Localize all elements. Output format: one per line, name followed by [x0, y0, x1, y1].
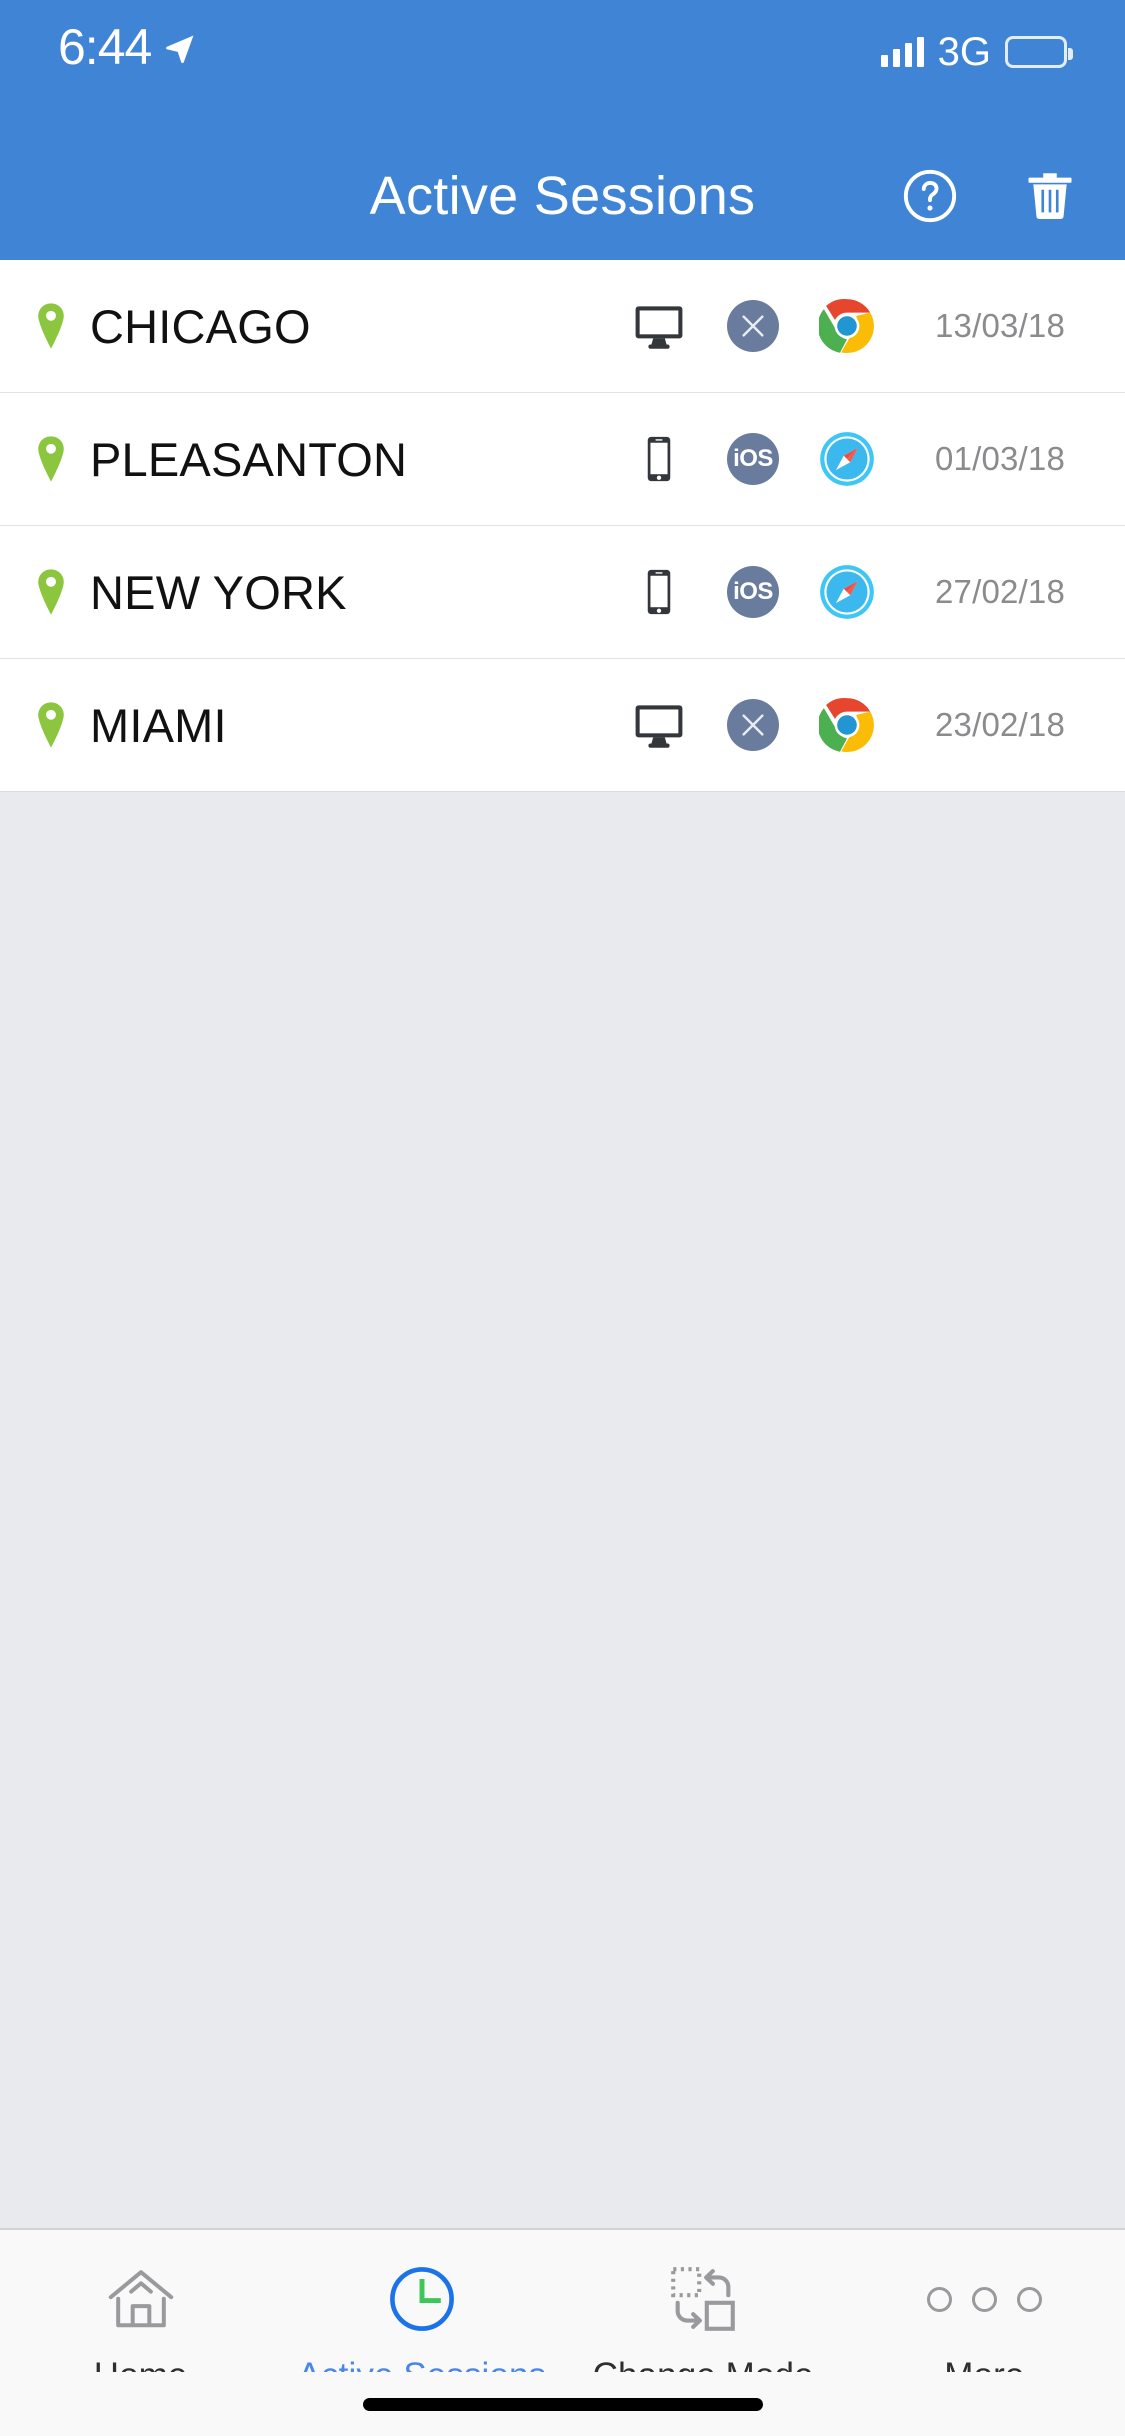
more-dots-icon	[927, 2256, 1042, 2342]
session-date: 01/03/18	[875, 440, 1125, 478]
safari-icon	[819, 431, 875, 487]
session-icons	[631, 298, 875, 354]
cellular-bars-icon	[881, 37, 924, 67]
location-pin-icon	[34, 436, 68, 482]
location-pin-icon	[34, 702, 68, 748]
table-row[interactable]: PLEASANTON iOS	[0, 393, 1125, 526]
table-row[interactable]: CHICAGO	[0, 260, 1125, 393]
sessions-list: CHICAGO	[0, 260, 1125, 792]
session-city: MIAMI	[90, 698, 227, 753]
desktop-icon	[631, 298, 687, 354]
safari-icon	[819, 564, 875, 620]
session-icons: iOS	[631, 564, 875, 620]
battery-icon	[1005, 36, 1067, 68]
status-bar-right: 3G	[881, 32, 1067, 72]
table-row[interactable]: MIAMI	[0, 659, 1125, 792]
page-title: Active Sessions	[370, 165, 756, 227]
phone-icon	[631, 431, 687, 487]
app-screen: 6:44 3G Active Sessions	[0, 0, 1125, 2436]
nav-bar: Active Sessions	[0, 132, 1125, 260]
chrome-icon	[819, 697, 875, 753]
session-date: 13/03/18	[875, 307, 1125, 345]
ios-icon: iOS	[725, 431, 781, 487]
osx-icon	[725, 298, 781, 354]
home-icon	[104, 2256, 178, 2342]
help-button[interactable]	[899, 165, 961, 227]
status-bar: 6:44 3G	[0, 0, 1125, 132]
session-date: 23/02/18	[875, 706, 1125, 744]
phone-icon	[631, 564, 687, 620]
home-indicator[interactable]	[363, 2398, 763, 2411]
desktop-icon	[631, 697, 687, 753]
trash-icon	[1021, 167, 1079, 225]
delete-button[interactable]	[1019, 165, 1081, 227]
status-bar-left: 6:44	[58, 22, 197, 72]
location-pin-icon	[34, 569, 68, 615]
ios-icon: iOS	[725, 564, 781, 620]
home-indicator-area	[0, 2372, 1125, 2436]
clock-icon	[385, 2256, 459, 2342]
transfer-icon	[665, 2256, 741, 2342]
osx-icon	[725, 697, 781, 753]
chrome-icon	[819, 298, 875, 354]
question-circle-icon	[901, 167, 959, 225]
location-arrow-icon	[163, 32, 197, 66]
session-city: PLEASANTON	[90, 432, 407, 487]
session-icons	[631, 697, 875, 753]
session-city: NEW YORK	[90, 565, 347, 620]
location-pin-icon	[34, 303, 68, 349]
session-icons: iOS	[631, 431, 875, 487]
session-date: 27/02/18	[875, 573, 1125, 611]
session-city: CHICAGO	[90, 299, 311, 354]
empty-list-area	[0, 792, 1125, 2229]
nav-actions	[899, 165, 1081, 227]
table-row[interactable]: NEW YORK iOS	[0, 526, 1125, 659]
status-bar-time: 6:44	[58, 22, 151, 72]
network-type-label: 3G	[938, 32, 991, 72]
